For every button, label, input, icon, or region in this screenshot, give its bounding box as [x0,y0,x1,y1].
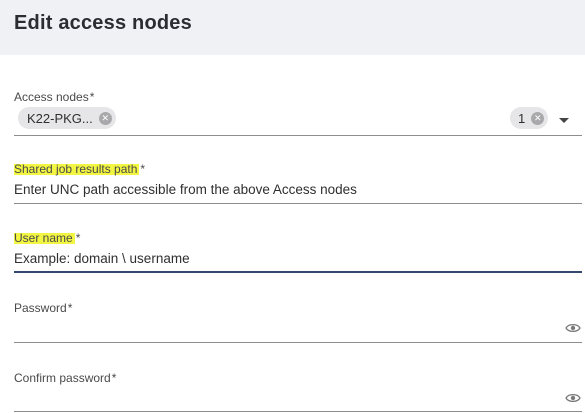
eye-icon[interactable] [565,392,581,404]
required-marker: * [111,371,117,385]
dialog-header: Edit access nodes [0,0,585,55]
eye-icon[interactable] [565,322,581,334]
user-name-label: User name [14,231,75,245]
shared-path-underline [14,203,582,204]
dialog-title: Edit access nodes [14,12,192,34]
required-marker: * [140,162,146,176]
shared-path-input[interactable]: Enter UNC path accessible from the above… [14,182,357,197]
required-marker: * [75,231,81,245]
caret-down-icon[interactable] [559,118,569,123]
confirm-password-field[interactable]: Confirm password* [14,369,582,413]
access-nodes-underline [14,135,582,136]
confirm-password-label: Confirm password [14,371,111,385]
user-name-label-text: User name [14,231,75,245]
user-name-input[interactable]: Example: domain \ username [14,251,190,266]
access-nodes-label: Access nodes [14,90,89,104]
access-node-chip[interactable]: K22-PKG... ✕ [18,107,116,129]
required-marker: * [89,90,95,104]
user-name-field[interactable]: User name * Example: domain \ username [14,229,582,275]
shared-path-label-text: Shared job results path [14,162,140,176]
access-node-chip-label: K22-PKG... [27,110,93,126]
access-nodes-field[interactable]: Access nodes* K22-PKG... ✕ 1 ✕ [14,88,582,136]
password-underline [14,342,582,343]
password-label: Password [14,301,67,315]
selected-count-label: 1 [518,110,526,126]
selected-count-chip[interactable]: 1 ✕ [510,107,549,129]
shared-path-label: Shared job results path [14,162,140,176]
password-field[interactable]: Password* [14,299,582,344]
required-marker: * [67,301,73,315]
shared-job-results-path-field[interactable]: Shared job results path * Enter UNC path … [14,160,582,205]
x-circle-icon[interactable]: ✕ [98,111,112,125]
x-circle-icon[interactable]: ✕ [531,111,545,125]
confirm-password-underline [14,411,582,412]
user-name-underline [14,271,582,273]
